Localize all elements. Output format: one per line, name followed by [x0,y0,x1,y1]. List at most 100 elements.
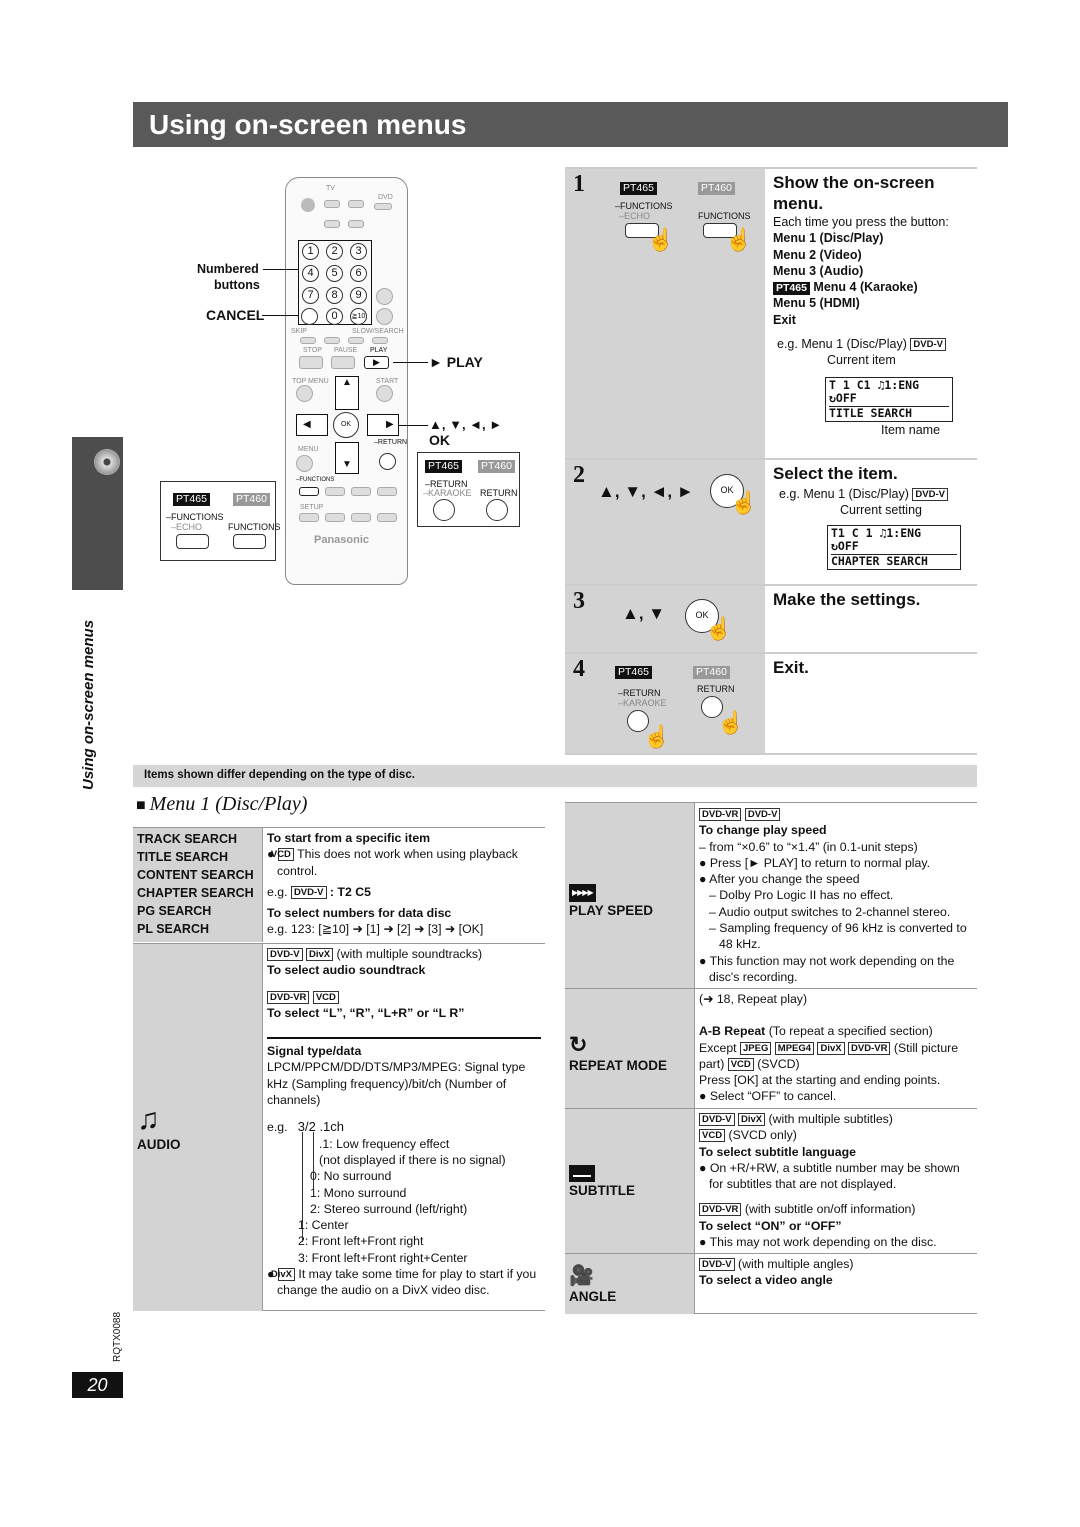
left-button[interactable]: ◀ [296,414,328,436]
skip-forward-button[interactable] [324,337,340,344]
cancel-button[interactable] [301,308,318,325]
return-small-label: –RETURN [374,439,408,446]
desc-text: (To repeat a specified section) [768,1024,933,1039]
tv-power-button[interactable] [324,200,340,208]
pt460-badge: PT460 [698,182,735,195]
setup-button[interactable] [299,513,319,522]
key-3[interactable]: 3 [350,243,367,260]
key-8[interactable]: 8 [326,287,343,304]
return-button-pt465[interactable] [433,499,455,521]
start-label: START [376,378,399,385]
menu-item: Menu 1 (Disc/Play) [773,231,884,246]
search-items: TRACK SEARCH TITLE SEARCH CONTENT SEARCH… [133,828,262,942]
pause-button[interactable] [331,356,355,369]
play-button[interactable]: ▶ [364,356,389,369]
key-4[interactable]: 4 [302,265,319,282]
key-10plus[interactable]: ≧10 [350,308,367,325]
desc-text: This does not work when using playback c… [277,847,518,878]
desc-text: 0: No surround [310,1169,392,1184]
pressing-hand-icon: ☝ [717,710,745,735]
key-5[interactable]: 5 [326,265,343,282]
return-button-pt460[interactable] [486,499,508,521]
osd-line: ↻OFF [831,539,859,554]
top-menu-button[interactable] [296,385,313,402]
tv-vol-down-button[interactable] [348,220,364,228]
step-3: 3 ▲, ▼ OK ☝ Make the settings. [565,584,977,652]
right-button[interactable]: ▶ [367,414,399,436]
desc-text: (with multiple soundtracks) [336,947,483,961]
osd-line: TITLE SEARCH [829,405,949,421]
subtitle-label-cell: SUBTITLE [565,1108,694,1253]
subtitle-desc: DVD-V DivX (with multiple subtitles) VCD… [694,1108,977,1253]
sleep-button[interactable] [377,487,397,496]
disc-badge: DVD-V [290,885,327,899]
menu-heading: ■ Menu 1 (Disc/Play) [136,793,308,815]
key-6[interactable]: 6 [350,265,367,282]
disc-badge: DVD-V [744,808,781,821]
menu-item: Menu 5 (HDMI) [773,296,860,311]
desc-text: e.g. 123: [≧10] ➜ [1] ➜ [2] ➜ [3] ➜ [OK] [267,922,484,937]
tv-av-button[interactable] [324,220,340,228]
menu-button[interactable] [296,455,313,472]
track-search: TRACK SEARCH [137,832,237,846]
sound-button[interactable] [325,513,345,522]
vol-up-button[interactable] [376,288,393,305]
disc-badge: DivX [817,1041,845,1055]
start-button[interactable] [376,385,393,402]
up-button[interactable]: ▲ [335,376,359,410]
fast-forward-button[interactable] [372,337,388,344]
arrows-label: ▲, ▼, ◄, ► [598,482,694,501]
dvd-button[interactable] [374,203,392,210]
ok-button[interactable]: OK [333,412,359,438]
tv-label: TV [326,185,335,192]
pressing-hand-icon: ☝ [725,227,753,252]
example-text: e.g. Menu 1 (Disc/Play) [777,337,907,352]
power-icon[interactable] [301,198,315,212]
stop-label: STOP [303,347,322,354]
pg-search: PG SEARCH [137,904,212,918]
skip-back-button[interactable] [300,337,316,344]
return-label-2: RETURN [697,684,735,694]
vol-down-button[interactable] [376,308,393,325]
echo-label: –ECHO [171,522,203,532]
pressing-hand-icon: ☝ [647,227,675,252]
functions-button[interactable] [299,487,319,496]
disc-badge: DivX [305,948,334,961]
channel-example: 3/2 .1ch [297,1119,345,1135]
key-7[interactable]: 7 [302,287,319,304]
desc-text: kHz (Sampling frequency)/bit/ch (Number … [267,1076,507,1108]
rewind-button[interactable] [348,337,364,344]
menu-item: Menu 3 (Audio) [773,263,864,278]
key-0[interactable]: 0 [326,308,343,325]
setup-label: SETUP [300,504,324,511]
audio-label: AUDIO [137,1137,181,1152]
disc-badge: VCD [727,1057,754,1071]
repeat-button[interactable] [351,487,371,496]
desc-text: 3: Front left+Front right+Center [298,1250,468,1265]
desc-text: (➜ 18, Repeat play) [699,992,808,1006]
osd-display: T 1 C1 ♫1:ENG ↻OFF TITLE SEARCH [825,376,953,423]
echo-label: –ECHO [619,211,651,221]
key-1[interactable]: 1 [302,243,319,260]
karaoke-label: –KARAOKE [618,698,667,708]
functions-button-pt465[interactable] [176,534,209,549]
dialog-button[interactable] [325,487,345,496]
tv-vol-up-button[interactable] [348,200,364,208]
stop-button[interactable] [299,356,323,369]
step-1: 1 PT465 PT460 –FUNCTIONS –ECHO FUNCTIONS… [565,167,977,458]
functions-button-pt460[interactable] [233,534,266,549]
disc-badge: DVD-VR [848,1041,891,1055]
subwoofer-button[interactable] [351,513,371,522]
example-text: e.g. Menu 1 (Disc/Play) [779,487,909,501]
key-9[interactable]: 9 [350,287,367,304]
arrows-label: ▲, ▼ [622,604,666,623]
muting-button[interactable] [377,513,397,522]
down-button[interactable]: ▼ [335,442,359,474]
key-2[interactable]: 2 [326,243,343,260]
disc-badge: VCD [271,848,294,862]
return-button[interactable] [379,453,396,470]
repeat-desc: (➜ 18, Repeat play) A-B Repeat (To repea… [694,988,977,1108]
pt465-badge: PT465 [173,493,210,506]
audio-desc: DVD-V DivX (with multiple soundtracks) T… [262,943,545,1311]
desc-text: ● Select “OFF” to cancel. [699,1089,837,1104]
